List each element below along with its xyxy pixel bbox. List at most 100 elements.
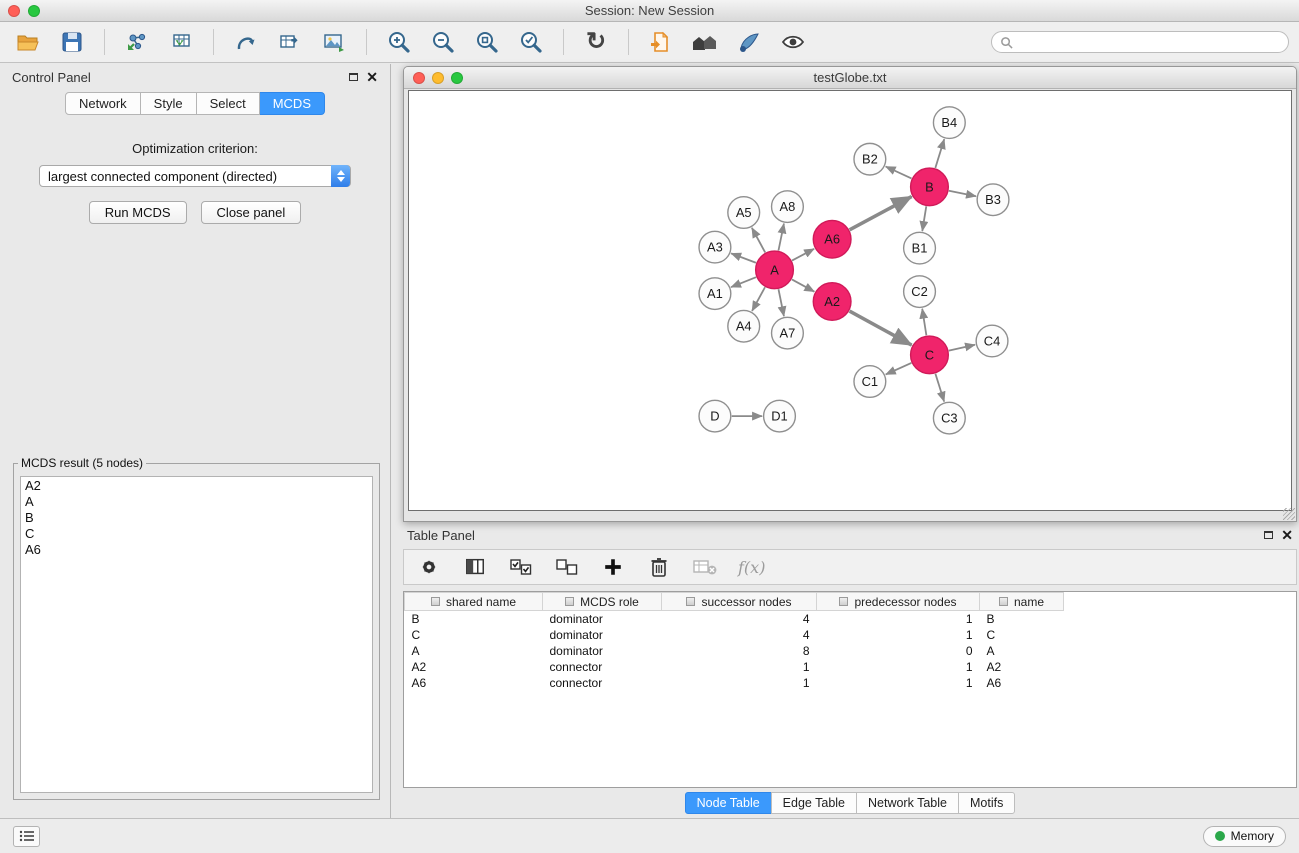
table-cell[interactable]: 0	[817, 643, 980, 659]
zoom-fit-button[interactable]	[469, 26, 505, 58]
table-cell[interactable]: A	[980, 643, 1064, 659]
save-button[interactable]	[54, 26, 90, 58]
table-cell[interactable]: connector	[543, 675, 662, 691]
graph-edge-B-B2[interactable]	[886, 166, 912, 178]
resize-grip[interactable]	[1283, 508, 1295, 520]
table-cell[interactable]: 4	[662, 627, 817, 643]
tab-select[interactable]: Select	[197, 92, 260, 115]
network-close-button[interactable]	[413, 72, 425, 84]
select-all-button[interactable]	[508, 554, 534, 580]
graph-edge-A-A4[interactable]	[752, 287, 765, 311]
new-network-from-selection-button[interactable]	[228, 26, 264, 58]
float-table-panel-icon[interactable]	[1264, 531, 1273, 539]
apply-layout-button[interactable]: ↻	[578, 26, 614, 58]
table-cell[interactable]: dominator	[543, 611, 662, 627]
graph-edge-B-B3[interactable]	[949, 191, 976, 196]
style-button[interactable]	[731, 26, 767, 58]
table-row[interactable]: Adominator80A	[405, 643, 1064, 659]
graph-edge-A-A7[interactable]	[778, 289, 783, 316]
graph-edge-A-A3[interactable]	[731, 253, 756, 262]
table-cell[interactable]: A6	[980, 675, 1064, 691]
graph-edge-B-B1[interactable]	[922, 206, 926, 231]
close-panel-button[interactable]: Close panel	[201, 201, 302, 224]
column-header-shared-name[interactable]: shared name	[405, 593, 543, 611]
column-header-predecessor-nodes[interactable]: predecessor nodes	[817, 593, 980, 611]
table-cell[interactable]: A6	[405, 675, 543, 691]
table-row[interactable]: Cdominator41C	[405, 627, 1064, 643]
network-minimize-button[interactable]	[432, 72, 444, 84]
graph-edge-C-C2[interactable]	[922, 309, 926, 336]
add-row-button[interactable]	[600, 554, 626, 580]
zoom-window-button[interactable]	[28, 5, 40, 17]
table-cell[interactable]: 1	[662, 675, 817, 691]
mcds-result-item[interactable]: A6	[21, 542, 372, 558]
table-cell[interactable]: A2	[980, 659, 1064, 675]
table-cell[interactable]: B	[980, 611, 1064, 627]
run-mcds-button[interactable]: Run MCDS	[89, 201, 187, 224]
tab-network-table[interactable]: Network Table	[856, 792, 959, 814]
graph-edge-A-A6[interactable]	[792, 249, 814, 261]
close-table-panel-icon[interactable]: ✕	[1281, 528, 1293, 542]
zoom-out-button[interactable]	[425, 26, 461, 58]
table-cell[interactable]: 8	[662, 643, 817, 659]
table-cell[interactable]: 1	[817, 659, 980, 675]
table-cell[interactable]: 1	[817, 611, 980, 627]
graph-edge-C-C4[interactable]	[949, 345, 975, 351]
function-builder-button[interactable]: f(x)	[738, 558, 765, 577]
table-cell[interactable]: B	[405, 611, 543, 627]
table-cell[interactable]: 1	[662, 659, 817, 675]
tab-mcds[interactable]: MCDS	[260, 92, 325, 115]
network-graph[interactable]: B4B2BB3A5A8A6B1A3AC2A1A2A4A7C4CC1C3DD1	[409, 91, 1291, 510]
float-panel-icon[interactable]	[349, 73, 358, 81]
mcds-result-item[interactable]: C	[21, 526, 372, 542]
tab-node-table[interactable]: Node Table	[685, 792, 772, 814]
graph-edge-C-C3[interactable]	[935, 374, 944, 402]
table-cell[interactable]: dominator	[543, 643, 662, 659]
criterion-select[interactable]: largest connected component (directed)	[39, 165, 351, 187]
table-settings-button[interactable]	[416, 554, 442, 580]
zoom-in-button[interactable]	[381, 26, 417, 58]
mcds-result-item[interactable]: B	[21, 510, 372, 526]
table-cell[interactable]: dominator	[543, 627, 662, 643]
graph-edge-A-A2[interactable]	[792, 279, 814, 291]
open-button[interactable]	[10, 26, 46, 58]
search-input[interactable]	[1019, 35, 1280, 49]
graph-edge-A2-C[interactable]	[850, 311, 912, 345]
panel-list-button[interactable]	[13, 826, 40, 847]
table-cell[interactable]: 4	[662, 611, 817, 627]
table-cell[interactable]: 1	[817, 627, 980, 643]
memory-button[interactable]: Memory	[1203, 826, 1286, 847]
tab-style[interactable]: Style	[141, 92, 197, 115]
close-panel-icon[interactable]: ✕	[366, 70, 378, 84]
delete-row-button[interactable]	[646, 554, 672, 580]
export-image-button[interactable]	[316, 26, 352, 58]
deselect-all-button[interactable]	[554, 554, 580, 580]
table-row[interactable]: A6connector11A6	[405, 675, 1064, 691]
graph-edge-A-A1[interactable]	[731, 277, 756, 287]
graph-edge-B-B4[interactable]	[935, 139, 944, 168]
graph-edge-C-C1[interactable]	[886, 363, 912, 374]
table-cell[interactable]: 1	[817, 675, 980, 691]
table-row[interactable]: A2connector11A2	[405, 659, 1064, 675]
graph-edge-A6-B[interactable]	[850, 197, 912, 230]
import-table-button[interactable]	[163, 26, 199, 58]
tab-network[interactable]: Network	[65, 92, 141, 115]
column-header-successor-nodes[interactable]: successor nodes	[662, 593, 817, 611]
close-window-button[interactable]	[8, 5, 20, 17]
tab-motifs[interactable]: Motifs	[958, 792, 1015, 814]
network-canvas[interactable]: B4B2BB3A5A8A6B1A3AC2A1A2A4A7C4CC1C3DD1	[408, 90, 1292, 511]
table-cell[interactable]: A	[405, 643, 543, 659]
export-network-button[interactable]	[643, 26, 679, 58]
mcds-result-item[interactable]: A2	[21, 478, 372, 494]
graph-edge-A-A8[interactable]	[778, 224, 783, 251]
network-from-table-button[interactable]	[272, 26, 308, 58]
delete-table-button[interactable]	[692, 554, 718, 580]
network-zoom-button[interactable]	[451, 72, 463, 84]
import-network-button[interactable]	[119, 26, 155, 58]
table-row[interactable]: Bdominator41B	[405, 611, 1064, 627]
table-cell[interactable]: C	[980, 627, 1064, 643]
column-header-name[interactable]: name	[980, 593, 1064, 611]
mcds-result-item[interactable]: A	[21, 494, 372, 510]
column-visibility-button[interactable]	[462, 554, 488, 580]
show-hide-button[interactable]	[775, 26, 811, 58]
